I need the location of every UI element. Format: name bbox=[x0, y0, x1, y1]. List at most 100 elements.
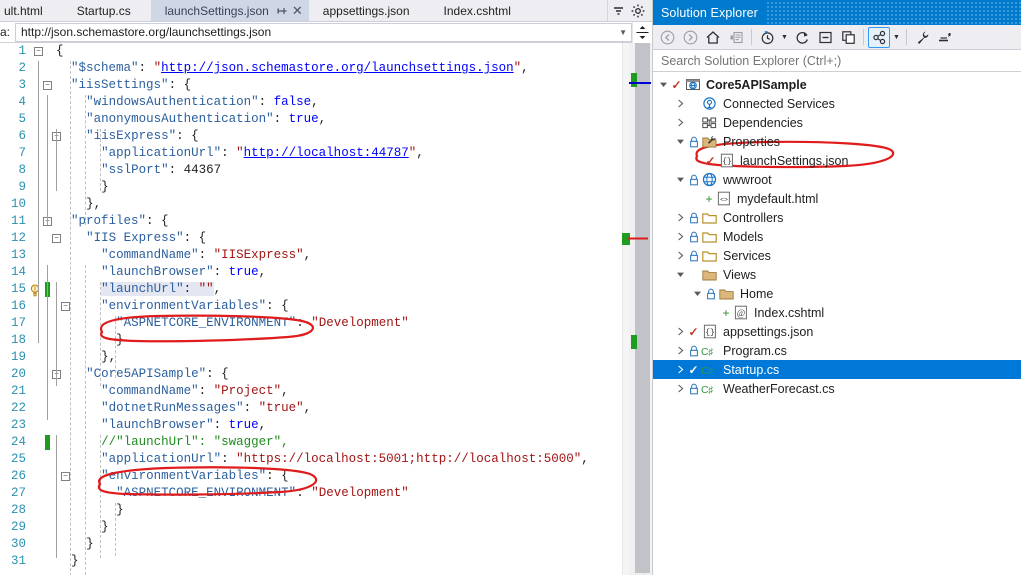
code-line[interactable]: 19}, bbox=[0, 349, 622, 366]
code-line[interactable]: 18} bbox=[0, 332, 622, 349]
editor-tab[interactable]: Startup.cs bbox=[62, 0, 151, 21]
chevron-right-icon[interactable] bbox=[673, 360, 687, 379]
code-line[interactable]: 8 "sslPort": 44367 bbox=[0, 162, 622, 179]
outline-collapse-toggle[interactable] bbox=[61, 302, 70, 311]
code-line[interactable]: 14 "launchBrowser": true, bbox=[0, 264, 622, 281]
chevron-right-icon[interactable] bbox=[673, 227, 687, 246]
chevron-down-icon[interactable] bbox=[673, 170, 687, 189]
editor-tab[interactable]: launchSettings.json ✕ bbox=[150, 0, 309, 21]
code-line[interactable]: 6 "iisExpress": { bbox=[0, 128, 622, 145]
vertical-scrollbar-track[interactable] bbox=[629, 43, 650, 575]
code-line[interactable]: 30} bbox=[0, 536, 622, 553]
solution-tree[interactable]: ✓ Core5APISample Connected Services Depende… bbox=[653, 72, 1021, 575]
code-lines-container[interactable]: 1{2"$schema": "http://json.schemastore.o… bbox=[0, 43, 622, 575]
pin-icon[interactable] bbox=[275, 3, 290, 19]
code-line[interactable]: 9} bbox=[0, 179, 622, 196]
chevron-right-icon[interactable] bbox=[673, 208, 687, 227]
close-icon[interactable]: ✕ bbox=[290, 3, 305, 19]
code-line[interactable]: 27 "ASPNETCORE_ENVIRONMENT": "Development… bbox=[0, 485, 622, 502]
chevron-right-icon[interactable] bbox=[673, 322, 687, 341]
code-line[interactable]: 28} bbox=[0, 502, 622, 519]
split-view-icon[interactable] bbox=[632, 21, 652, 43]
properties-icon[interactable] bbox=[911, 27, 933, 48]
chevron-down-icon[interactable] bbox=[673, 265, 687, 284]
show-all-files-icon[interactable] bbox=[837, 27, 859, 48]
code-editor[interactable]: 1{2"$schema": "http://json.schemastore.o… bbox=[0, 43, 652, 575]
code-line[interactable]: 22 "dotnetRunMessages": "true", bbox=[0, 400, 622, 417]
forward-icon[interactable] bbox=[679, 27, 701, 48]
search-solution-explorer[interactable] bbox=[653, 50, 1021, 72]
tree-item-controllers[interactable]: Controllers bbox=[653, 208, 1021, 227]
tree-item-startup-cs[interactable]: ✓ C ♯ Startup.cs bbox=[653, 360, 1021, 379]
chevron-right-icon[interactable] bbox=[673, 113, 687, 132]
code-line[interactable]: 17 "ASPNETCORE_ENVIRONMENT": "Development… bbox=[0, 315, 622, 332]
refresh-icon[interactable] bbox=[791, 27, 813, 48]
code-line[interactable]: 20 "Core5APISample": { bbox=[0, 366, 622, 383]
search-input[interactable] bbox=[659, 52, 1021, 69]
tree-item-models[interactable]: Models bbox=[653, 227, 1021, 246]
chevron-right-icon[interactable] bbox=[673, 246, 687, 265]
chevron-down-icon[interactable] bbox=[656, 75, 670, 94]
chevron-down-icon[interactable]: ▼ bbox=[891, 27, 902, 48]
lightbulb-icon[interactable] bbox=[28, 283, 42, 297]
tree-item-home[interactable]: Home bbox=[653, 284, 1021, 303]
chevron-down-icon[interactable] bbox=[673, 132, 687, 151]
chevron-down-icon[interactable] bbox=[690, 284, 704, 303]
code-line[interactable]: 10}, bbox=[0, 196, 622, 213]
view-code-icon[interactable] bbox=[868, 26, 890, 48]
code-line[interactable]: 13 "commandName": "IISExpress", bbox=[0, 247, 622, 264]
tree-item-appsettings-json[interactable]: ✓ {} appsettings.json bbox=[653, 322, 1021, 341]
tree-item-wwwroot[interactable]: wwwroot bbox=[653, 170, 1021, 189]
code-line[interactable]: 26 "environmentVariables": { bbox=[0, 468, 622, 485]
tree-item-weatherforecast-cs[interactable]: C ♯ WeatherForecast.cs bbox=[653, 379, 1021, 398]
home-icon[interactable] bbox=[702, 27, 724, 48]
code-line[interactable]: 31} bbox=[0, 553, 622, 570]
editor-tab[interactable]: appsettings.json bbox=[308, 0, 430, 21]
tree-item-connected-services[interactable]: Connected Services bbox=[653, 94, 1021, 113]
outline-collapse-toggle[interactable] bbox=[61, 472, 70, 481]
schema-combo-box[interactable]: http://json.schemastore.org/launchsettin… bbox=[15, 22, 632, 42]
pending-changes-icon[interactable] bbox=[725, 27, 747, 48]
drag-handle[interactable] bbox=[765, 0, 1021, 25]
tree-item-views[interactable]: Views bbox=[653, 265, 1021, 284]
preview-selected-items-icon[interactable] bbox=[934, 27, 956, 48]
chevron-down-icon[interactable]: ▼ bbox=[779, 27, 790, 48]
code-line[interactable]: 29} bbox=[0, 519, 622, 536]
sync-with-active-document-icon[interactable] bbox=[756, 27, 778, 48]
chevron-right-icon[interactable] bbox=[673, 341, 687, 360]
tree-item-dependencies[interactable]: Dependencies bbox=[653, 113, 1021, 132]
code-line[interactable]: 3 "iisSettings": { bbox=[0, 77, 622, 94]
collapse-all-icon[interactable] bbox=[814, 27, 836, 48]
chevron-right-icon[interactable] bbox=[673, 379, 687, 398]
code-line[interactable]: 11 "profiles": { bbox=[0, 213, 622, 230]
code-line[interactable]: 21 "commandName": "Project", bbox=[0, 383, 622, 400]
code-line[interactable]: 1{ bbox=[0, 43, 622, 60]
code-line[interactable]: 2 "$schema": "http://json.schemastore.org… bbox=[0, 60, 622, 77]
back-icon[interactable] bbox=[656, 27, 678, 48]
chevron-right-icon[interactable] bbox=[673, 94, 687, 113]
code-line[interactable]: 12 "IIS Express": { bbox=[0, 230, 622, 247]
code-line[interactable]: 16 "environmentVariables": { bbox=[0, 298, 622, 315]
vertical-scrollbar-thumb[interactable] bbox=[635, 43, 650, 573]
outline-collapse-toggle[interactable] bbox=[43, 81, 52, 90]
outline-collapse-toggle[interactable] bbox=[52, 234, 61, 243]
gear-icon[interactable] bbox=[628, 1, 648, 21]
tree-item-mydefault-html[interactable]: + <> mydefault.html bbox=[653, 189, 1021, 208]
tree-item-services[interactable]: Services bbox=[653, 246, 1021, 265]
code-line[interactable]: 24 //"launchUrl": "swagger", bbox=[0, 434, 622, 451]
code-line[interactable]: 23 "launchBrowser": true, bbox=[0, 417, 622, 434]
code-line[interactable]: 25 "applicationUrl": "https://localhost:5… bbox=[0, 451, 622, 468]
chevron-down-icon[interactable]: ▼ bbox=[619, 28, 627, 37]
tree-item-program-cs[interactable]: C ♯ Program.cs bbox=[653, 341, 1021, 360]
tree-item-core5apisample[interactable]: ✓ Core5APISample bbox=[653, 75, 1021, 94]
code-line[interactable]: 7 "applicationUrl": "http://localhost:447… bbox=[0, 145, 622, 162]
tree-item-index-cshtml[interactable]: + @ Index.cshtml bbox=[653, 303, 1021, 322]
tree-item-properties[interactable]: Properties bbox=[653, 132, 1021, 151]
editor-tab[interactable]: Index.cshtml bbox=[429, 0, 531, 21]
code-line[interactable]: 5 "anonymousAuthentication": true, bbox=[0, 111, 622, 128]
editor-tab[interactable]: ult.html bbox=[0, 0, 63, 21]
outline-collapse-toggle[interactable] bbox=[34, 47, 43, 56]
code-line[interactable]: 15 "launchUrl": "", bbox=[0, 281, 622, 298]
tree-item-launchsettings-json[interactable]: ✓ {} launchSettings.json bbox=[653, 151, 1021, 170]
chevron-down-icon[interactable] bbox=[608, 1, 628, 21]
